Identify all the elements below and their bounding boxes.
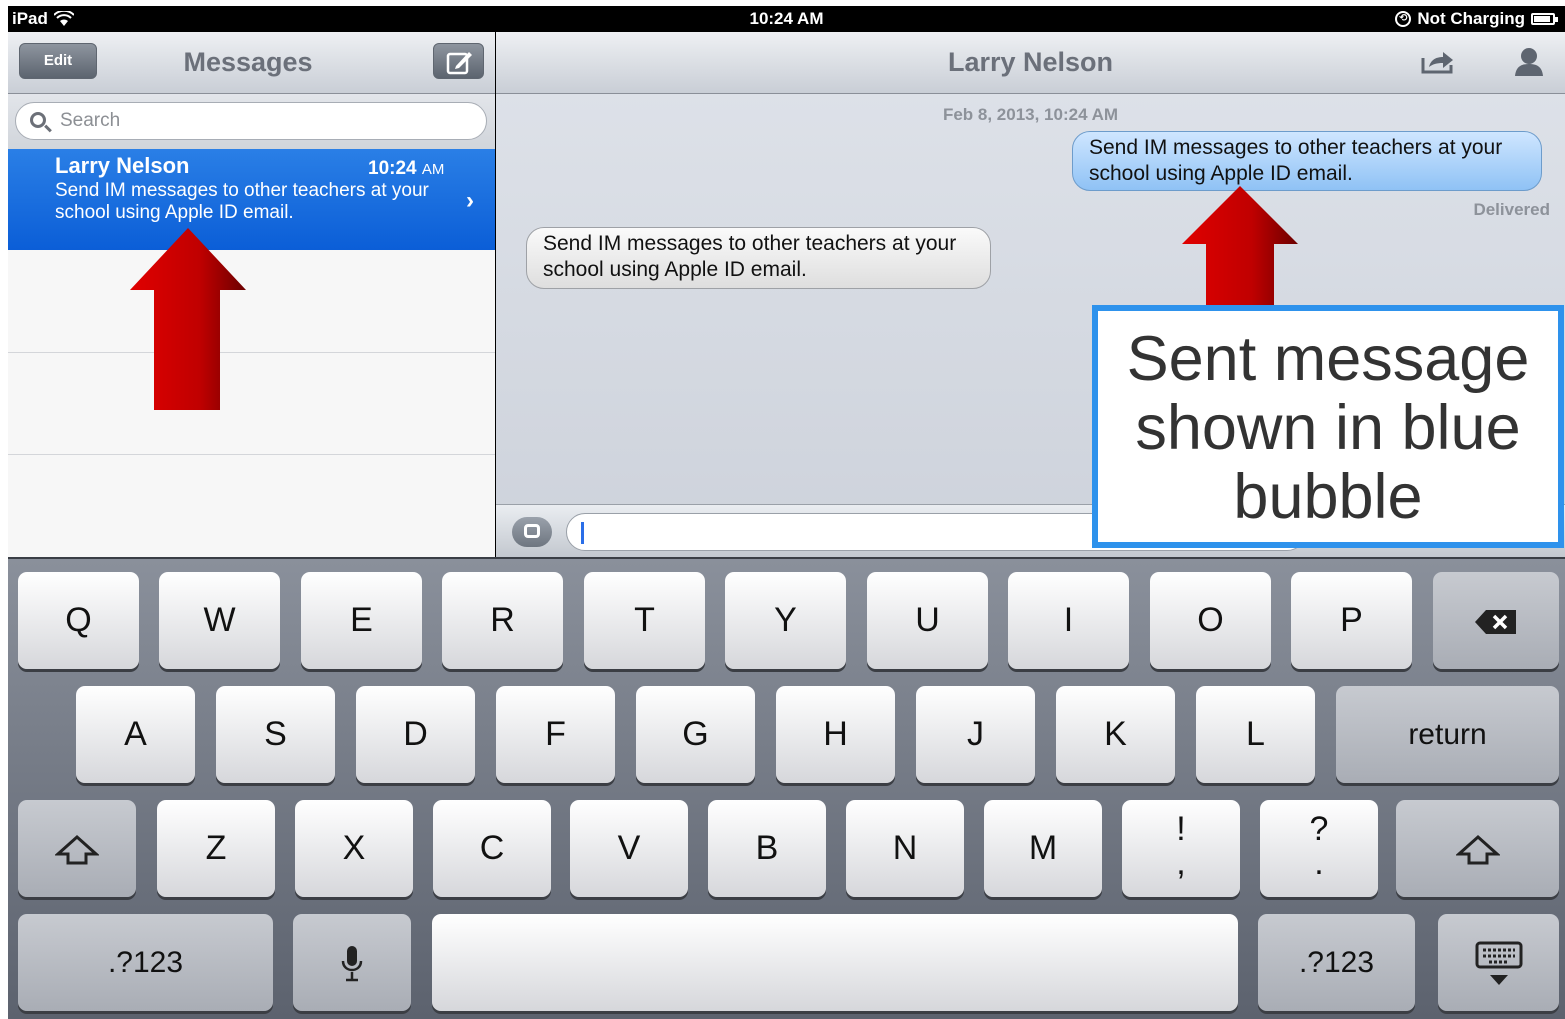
keyboard-dismiss-icon	[1475, 941, 1522, 986]
compose-button[interactable]	[433, 43, 484, 79]
key-c[interactable]: C	[433, 800, 551, 897]
key-w[interactable]: W	[159, 572, 280, 669]
annotation-arrow-up-icon	[130, 228, 246, 410]
key-n[interactable]: N	[846, 800, 964, 897]
delivery-status: Delivered	[1473, 200, 1550, 219]
sent-message-bubble[interactable]: Send IM messages to other teachers at yo…	[1072, 131, 1542, 191]
key-z[interactable]: Z	[157, 800, 275, 897]
key-s[interactable]: S	[216, 686, 335, 783]
key-p[interactable]: P	[1291, 572, 1412, 669]
chevron-right-icon: ›	[466, 187, 474, 214]
key-q[interactable]: Q	[18, 572, 139, 669]
backspace-key[interactable]	[1433, 572, 1559, 669]
shift-icon	[54, 835, 100, 865]
key-u[interactable]: U	[867, 572, 988, 669]
shift-key-right[interactable]	[1396, 800, 1559, 897]
annotation-callout: Sent message shown in blue bubble	[1092, 305, 1564, 548]
conversation-name: Larry Nelson	[55, 153, 190, 178]
numbers-key-left[interactable]: .?123	[18, 914, 273, 1011]
camera-button[interactable]	[512, 517, 552, 547]
battery-icon	[1531, 13, 1558, 25]
key-bottom-char: .	[1314, 844, 1324, 882]
dictation-key[interactable]	[293, 914, 411, 1011]
search-bar: Search	[8, 94, 495, 152]
shift-key-left[interactable]	[18, 800, 136, 897]
key-t[interactable]: T	[584, 572, 705, 669]
conversation-preview: Send IM messages to other teachers at yo…	[55, 180, 429, 223]
key-v[interactable]: V	[570, 800, 688, 897]
status-time: 10:24 AM	[749, 9, 824, 28]
received-message-bubble[interactable]: Send IM messages to other teachers at yo…	[526, 227, 991, 289]
key-e[interactable]: E	[301, 572, 422, 669]
conversation-navbar: Larry Nelson	[496, 32, 1565, 94]
key-x[interactable]: X	[295, 800, 413, 897]
edit-button[interactable]: Edit	[19, 43, 97, 79]
key-o[interactable]: O	[1150, 572, 1271, 669]
camera-icon	[524, 524, 540, 538]
compose-icon	[446, 52, 472, 75]
conversation-title: Larry Nelson	[947, 47, 1114, 77]
messages-title: Messages	[183, 47, 313, 77]
conversation-item-larry-nelson[interactable]: Larry Nelson 10:24 AM Send IM messages t…	[8, 149, 495, 250]
mic-icon	[341, 946, 363, 982]
key-f[interactable]: F	[496, 686, 615, 783]
key-g[interactable]: G	[636, 686, 755, 783]
key-exclamation-comma[interactable]: ! ,	[1122, 800, 1240, 897]
space-key[interactable]	[432, 914, 1238, 1011]
key-h[interactable]: H	[776, 686, 895, 783]
key-r[interactable]: R	[442, 572, 563, 669]
key-l[interactable]: L	[1196, 686, 1315, 783]
key-i[interactable]: I	[1008, 572, 1129, 669]
key-d[interactable]: D	[356, 686, 475, 783]
rotation-lock-icon: ⟲	[1395, 11, 1412, 27]
conversation-list-pane: Edit Messages Search Larry Nelson 10:24 …	[8, 32, 495, 557]
contact-icon[interactable]	[1512, 46, 1546, 78]
on-screen-keyboard: Q W E R T Y U I O P A S D F G H J K L re…	[8, 557, 1565, 1019]
text-caret	[581, 522, 584, 544]
key-question-period[interactable]: ? .	[1260, 800, 1378, 897]
numbers-key-right[interactable]: .?123	[1258, 914, 1415, 1011]
list-divider	[8, 454, 495, 455]
shift-icon	[1454, 835, 1501, 865]
conversation-list-navbar: Edit Messages	[8, 32, 495, 94]
search-icon	[30, 112, 46, 128]
key-bottom-char: ,	[1176, 844, 1186, 882]
key-top-char: !	[1176, 810, 1186, 848]
conversation-time: 10:24 AM	[368, 158, 445, 179]
key-k[interactable]: K	[1056, 686, 1175, 783]
message-timestamp: Feb 8, 2013, 10:24 AM	[942, 105, 1119, 124]
search-input[interactable]: Search	[15, 102, 487, 140]
backspace-icon	[1475, 610, 1516, 635]
key-top-char: ?	[1309, 810, 1329, 848]
return-key[interactable]: return	[1336, 686, 1559, 783]
key-b[interactable]: B	[708, 800, 826, 897]
dismiss-keyboard-key[interactable]	[1438, 914, 1559, 1011]
key-y[interactable]: Y	[725, 572, 846, 669]
key-a[interactable]: A	[76, 686, 195, 783]
key-j[interactable]: J	[916, 686, 1035, 783]
charging-status: Not Charging	[1417, 9, 1525, 28]
share-icon[interactable]	[1421, 50, 1455, 74]
status-bar: iPad 10:24 AM ⟲ Not Charging	[8, 6, 1565, 32]
key-m[interactable]: M	[984, 800, 1102, 897]
list-divider	[8, 352, 495, 353]
